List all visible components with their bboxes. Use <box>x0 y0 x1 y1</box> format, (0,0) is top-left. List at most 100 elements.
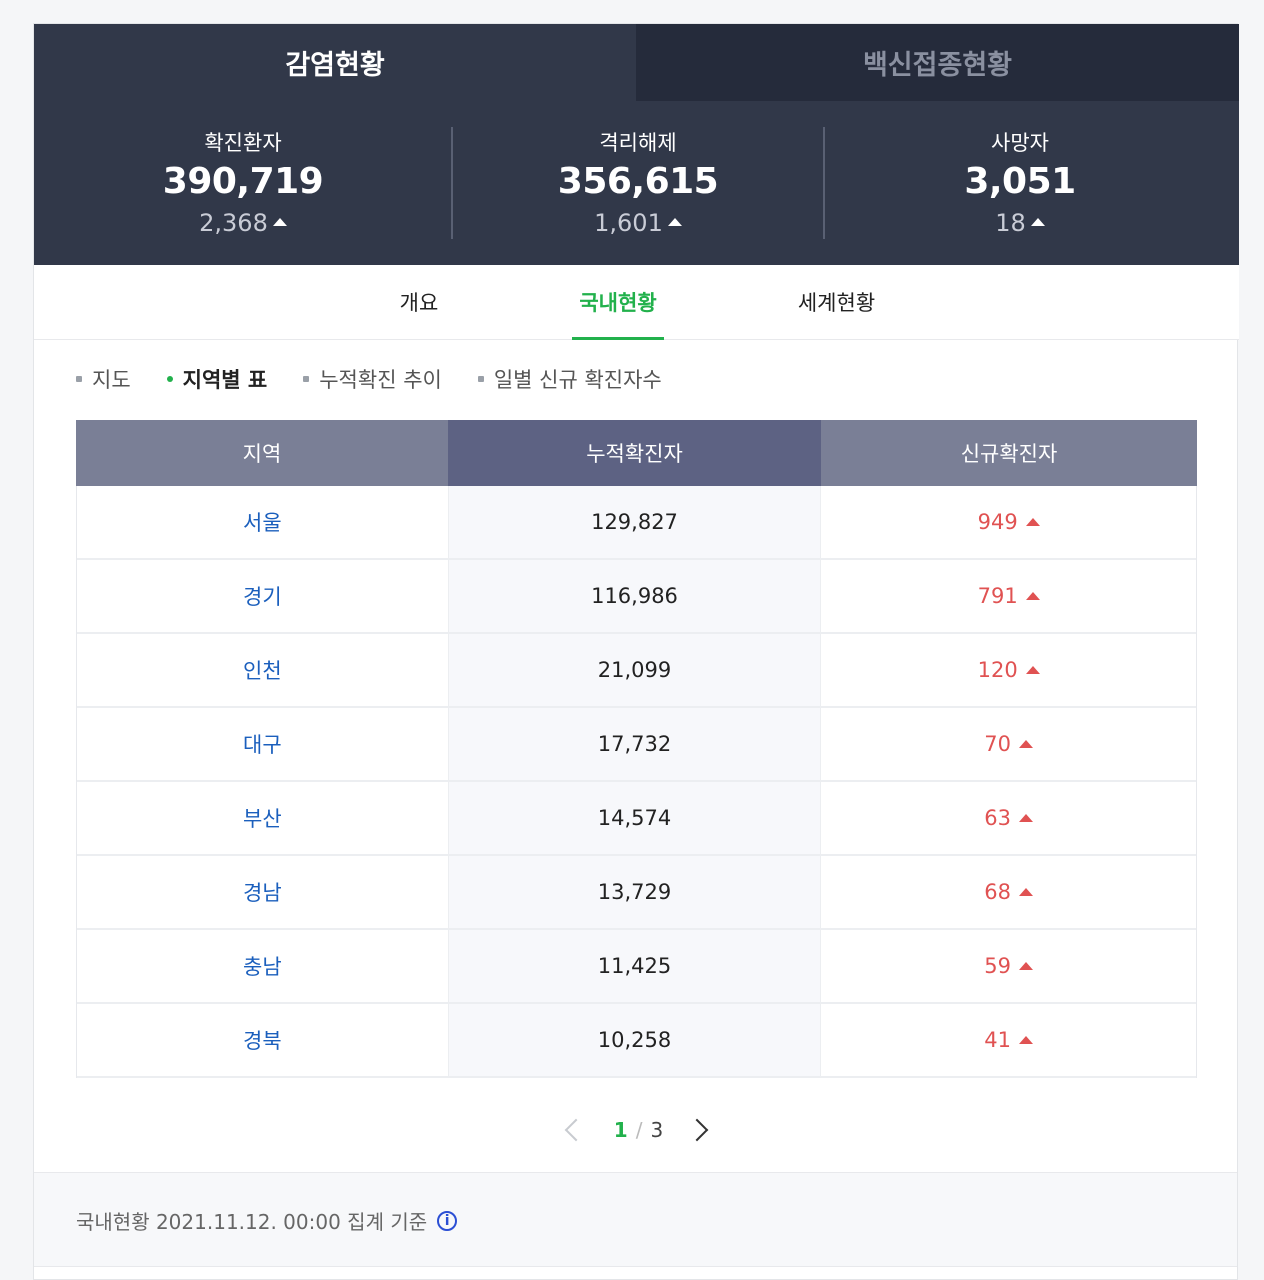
new-value: 68 <box>984 880 1012 904</box>
chevron-left-icon[interactable] <box>564 1118 588 1142</box>
table-row: 경남 13,729 68 <box>77 856 1196 930</box>
triangle-up-icon <box>1019 888 1034 896</box>
triangle-up-icon <box>1019 814 1034 822</box>
subnav-world[interactable]: 세계현황 <box>784 265 889 339</box>
stat-value: 3,051 <box>964 161 1076 202</box>
filter-daily-new[interactable]: 일별 신규 확진자수 <box>477 364 662 394</box>
triangle-up-icon <box>1019 962 1034 970</box>
footer-text: 국내현황 2021.11.12. 00:00 집계 기준 i <box>76 1206 458 1235</box>
triangle-up-icon <box>1025 592 1040 600</box>
table-row: 경북 10,258 41 <box>77 1004 1196 1078</box>
stat-value: 390,719 <box>162 161 324 202</box>
filter-label: 지도 <box>92 368 131 392</box>
active-tab-underline <box>572 337 664 340</box>
stat-delta-value: 1,601 <box>594 209 663 237</box>
stat-delta-value: 2,368 <box>199 209 268 237</box>
stat-delta: 2,368 <box>34 209 452 237</box>
top-tabs: 감염현황 백신접종현황 <box>34 24 1239 101</box>
table-row: 부산 14,574 63 <box>77 782 1196 856</box>
stat-delta: 18 <box>825 209 1215 237</box>
info-icon[interactable]: i <box>437 1210 458 1231</box>
filter-map[interactable]: 지도 <box>76 364 131 394</box>
triangle-up-icon <box>1019 1036 1034 1044</box>
tab-vaccination-status[interactable]: 백신접종현황 <box>636 24 1239 101</box>
new-value: 63 <box>984 806 1012 830</box>
subnav-domestic[interactable]: 국내현황 <box>572 265 664 340</box>
table-row: 대구 17,732 70 <box>77 708 1196 782</box>
total-cell: 21,099 <box>447 634 822 706</box>
new-cell: 41 <box>821 1004 1196 1076</box>
new-cell: 791 <box>821 560 1196 632</box>
new-value: 41 <box>984 1028 1012 1052</box>
total-cell: 116,986 <box>447 560 822 632</box>
column-header-total: 누적확진자 <box>448 420 821 486</box>
column-header-region: 지역 <box>76 420 448 486</box>
stat-label: 사망자 <box>991 131 1049 155</box>
chevron-right-icon[interactable] <box>685 1118 709 1142</box>
new-cell: 949 <box>821 486 1196 558</box>
total-cell: 129,827 <box>447 486 822 558</box>
new-value: 59 <box>984 954 1012 978</box>
stat-label: 격리해제 <box>599 131 677 155</box>
triangle-up-icon <box>667 218 682 226</box>
new-cell: 59 <box>821 930 1196 1002</box>
table-row: 서울 129,827 949 <box>77 486 1196 560</box>
region-link[interactable]: 충남 <box>77 930 448 1002</box>
total-cell: 17,732 <box>447 708 822 780</box>
filter-region-table[interactable]: 지역별 표 <box>166 364 268 394</box>
total-pages: 3 <box>650 1118 664 1142</box>
stat-value: 356,615 <box>557 161 719 202</box>
table-body: 서울 129,827 949 경기 116,986 791 인천 21,099 … <box>76 486 1197 1078</box>
view-filters: 지도 지역별 표 누적확진 추이 일별 신규 확진자수 <box>76 364 698 394</box>
bullet-icon <box>477 376 484 382</box>
bullet-icon <box>166 376 173 382</box>
filter-label: 누적확진 추이 <box>319 368 442 392</box>
triangle-up-icon <box>272 218 287 226</box>
new-cell: 63 <box>821 782 1196 854</box>
bullet-icon <box>303 376 310 382</box>
filter-cumulative-trend[interactable]: 누적확진 추이 <box>303 364 442 394</box>
region-link[interactable]: 인천 <box>77 634 448 706</box>
stat-confirmed: 확진환자 390,719 2,368 <box>34 101 452 265</box>
page-separator: / <box>635 1118 643 1142</box>
stat-label: 확진환자 <box>204 131 282 155</box>
table-row: 인천 21,099 120 <box>77 634 1196 708</box>
covid-status-card: 감염현황 백신접종현황 확진환자 390,719 2,368 격리해제 356,… <box>33 23 1239 1280</box>
pagination: 1 / 3 <box>34 1112 1239 1148</box>
region-link[interactable]: 대구 <box>77 708 448 780</box>
region-link[interactable]: 경북 <box>77 1004 448 1076</box>
new-cell: 120 <box>821 634 1196 706</box>
triangle-up-icon <box>1025 518 1040 526</box>
new-value: 949 <box>977 510 1018 534</box>
data-timestamp: 국내현황 2021.11.12. 00:00 집계 기준 <box>76 1210 428 1234</box>
region-link[interactable]: 경기 <box>77 560 448 632</box>
new-value: 120 <box>977 658 1018 682</box>
triangle-up-icon <box>1019 740 1034 748</box>
region-link[interactable]: 경남 <box>77 856 448 928</box>
subnav-domestic-label: 국내현황 <box>579 291 657 315</box>
subnav-overview[interactable]: 개요 <box>379 265 459 339</box>
total-cell: 14,574 <box>447 782 822 854</box>
table-row: 충남 11,425 59 <box>77 930 1196 1004</box>
region-table: 지역 누적확진자 신규확진자 서울 129,827 949 경기 116,986… <box>76 420 1197 1078</box>
total-cell: 11,425 <box>447 930 822 1002</box>
footer-note: 국내현황 2021.11.12. 00:00 집계 기준 i <box>34 1172 1237 1267</box>
stat-released: 격리해제 356,615 1,601 <box>453 101 823 265</box>
bullet-icon <box>76 376 82 382</box>
stats-panel: 확진환자 390,719 2,368 격리해제 356,615 1,601 사망… <box>34 101 1239 265</box>
region-link[interactable]: 서울 <box>77 486 448 558</box>
stat-deaths: 사망자 3,051 18 <box>825 101 1215 265</box>
region-link[interactable]: 부산 <box>77 782 448 854</box>
filter-label: 일별 신규 확진자수 <box>493 368 662 392</box>
filter-label: 지역별 표 <box>182 368 268 392</box>
tab-infection-status[interactable]: 감염현황 <box>34 24 636 101</box>
new-cell: 70 <box>821 708 1196 780</box>
sub-navigation: 개요 국내현황 세계현황 <box>34 265 1239 340</box>
total-cell: 13,729 <box>447 856 822 928</box>
total-cell: 10,258 <box>447 1004 822 1076</box>
triangle-up-icon <box>1030 218 1045 226</box>
stat-delta: 1,601 <box>453 209 823 237</box>
table-header: 지역 누적확진자 신규확진자 <box>76 420 1197 486</box>
column-header-new: 신규확진자 <box>821 420 1197 486</box>
stat-delta-value: 18 <box>995 209 1026 237</box>
